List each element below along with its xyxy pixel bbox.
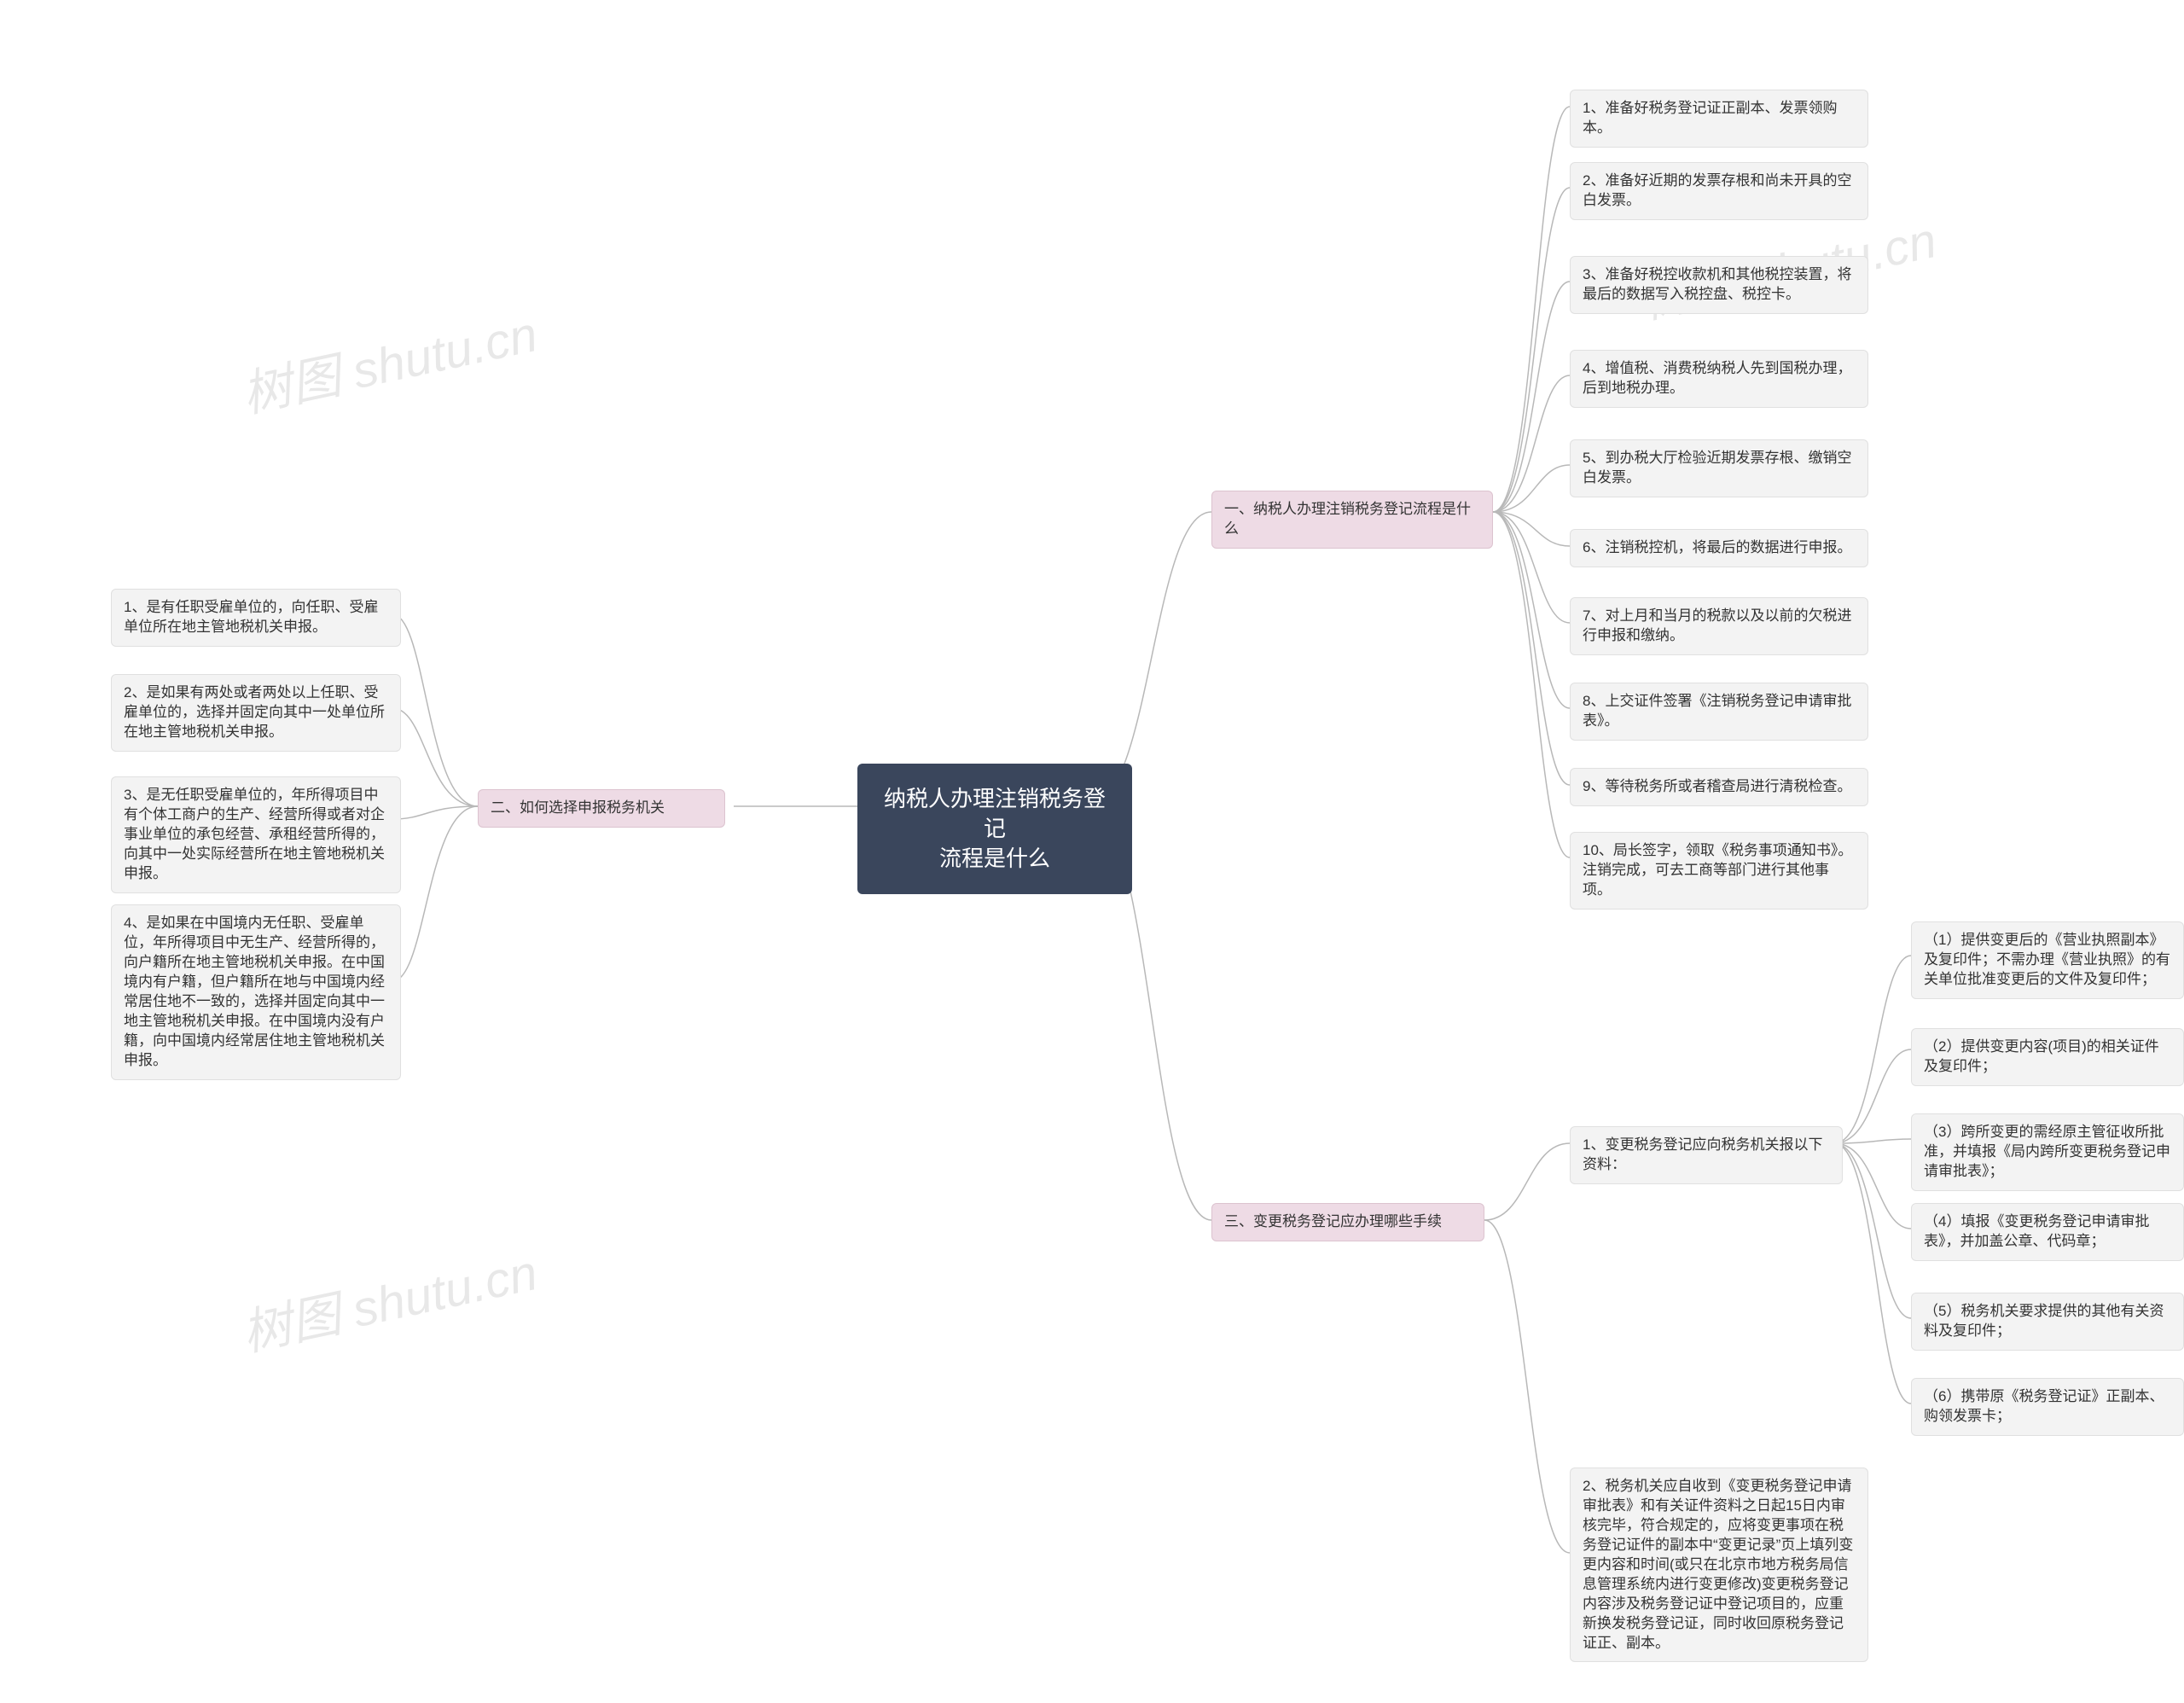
branch-2-item-1: 1、是有任职受雇单位的，向任职、受雇单位所在地主管地税机关申报。 <box>111 589 401 647</box>
branch-3-child-1-item-4: （4）填报《变更税务登记申请审批表》，并加盖公章、代码章； <box>1911 1203 2184 1261</box>
branch-1-item-5: 5、到办税大厅检验近期发票存根、缴销空白发票。 <box>1570 439 1868 497</box>
branch-1-item-2: 2、准备好近期的发票存根和尚未开具的空白发票。 <box>1570 162 1868 220</box>
mindmap-canvas: 树图 shutu.cn 树图 shutu.cn 树图 shutu.cn <box>0 0 2184 1703</box>
root-title-line2: 流程是什么 <box>880 844 1110 874</box>
branch-2-item-4: 4、是如果在中国境内无任职、受雇单位，年所得项目中无生产、经营所得的，向户籍所在… <box>111 904 401 1080</box>
branch-1-item-10: 10、局长签字，领取《税务事项通知书》。注销完成，可去工商等部门进行其他事项。 <box>1570 832 1868 910</box>
branch-2: 二、如何选择申报税务机关 <box>478 789 725 828</box>
branch-3-child-1-item-3: （3）跨所变更的需经原主管征收所批准，并填报《局内跨所变更税务登记申请审批表》； <box>1911 1113 2184 1191</box>
branch-3-label: 三、变更税务登记应办理哪些手续 <box>1224 1212 1442 1232</box>
branch-1-item-7: 7、对上月和当月的税款以及以前的欠税进行申报和缴纳。 <box>1570 597 1868 655</box>
branch-1-item-6: 6、注销税控机，将最后的数据进行申报。 <box>1570 529 1868 567</box>
branch-2-item-2: 2、是如果有两处或者两处以上任职、受雇单位的，选择并固定向其中一处单位所在地主管… <box>111 674 401 752</box>
branch-1-item-9: 9、等待税务所或者稽查局进行清税检查。 <box>1570 768 1868 806</box>
branch-1-label: 一、纳税人办理注销税务登记流程是什么 <box>1224 500 1480 539</box>
watermark: 树图 shutu.cn <box>235 1232 543 1364</box>
branch-3-child-1-item-2: （2）提供变更内容(项目)的相关证件及复印件； <box>1911 1028 2184 1086</box>
branch-3-child-2: 2、税务机关应自收到《变更税务登记申请审批表》和有关证件资料之日起15日内审核完… <box>1570 1468 1868 1662</box>
watermark: 树图 shutu.cn <box>235 294 543 426</box>
root-title-line1: 纳税人办理注销税务登记 <box>880 784 1110 844</box>
branch-2-item-3: 3、是无任职受雇单位的，年所得项目中有个体工商户的生产、经营所得或者对企事业单位… <box>111 776 401 893</box>
branch-1-item-3: 3、准备好税控收款机和其他税控装置，将最后的数据写入税控盘、税控卡。 <box>1570 256 1868 314</box>
root-node: 纳税人办理注销税务登记 流程是什么 <box>857 764 1132 894</box>
branch-1: 一、纳税人办理注销税务登记流程是什么 <box>1211 491 1493 549</box>
branch-2-label: 二、如何选择申报税务机关 <box>491 799 665 818</box>
branch-1-item-1: 1、准备好税务登记证正副本、发票领购本。 <box>1570 90 1868 148</box>
branch-1-item-4: 4、增值税、消费税纳税人先到国税办理，后到地税办理。 <box>1570 350 1868 408</box>
branch-3: 三、变更税务登记应办理哪些手续 <box>1211 1203 1484 1241</box>
branch-3-child-1-item-6: （6）携带原《税务登记证》正副本、购领发票卡； <box>1911 1378 2184 1436</box>
branch-3-child-1: 1、变更税务登记应向税务机关报以下资料： <box>1570 1126 1843 1184</box>
branch-1-item-8: 8、上交证件签署《注销税务登记申请审批表》。 <box>1570 683 1868 741</box>
branch-3-child-1-item-1: （1）提供变更后的《营业执照副本》及复印件；不需办理《营业执照》的有关单位批准变… <box>1911 921 2184 999</box>
branch-3-child-1-item-5: （5）税务机关要求提供的其他有关资料及复印件； <box>1911 1293 2184 1351</box>
